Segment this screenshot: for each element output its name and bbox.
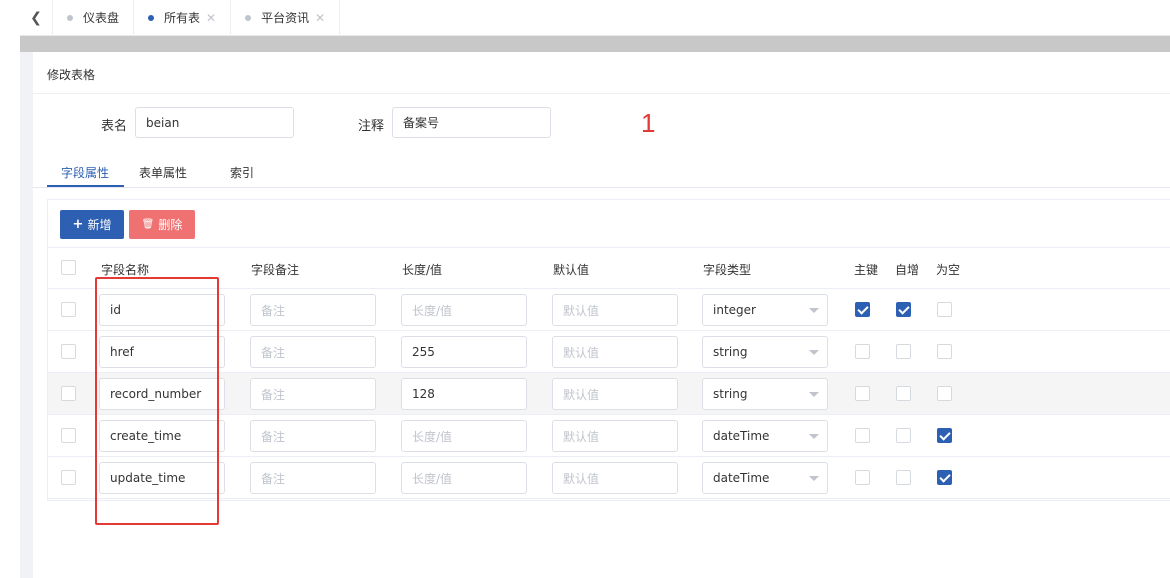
tab-form-props[interactable]: 表单属性 [139, 164, 187, 181]
close-icon[interactable]: ✕ [206, 11, 216, 25]
field-length-input[interactable]: 128 [401, 378, 527, 410]
tab-platform-news[interactable]: 平台资讯 ✕ [230, 0, 341, 36]
comment-input[interactable]: 备案号 [392, 107, 551, 138]
field-type-select[interactable]: dateTime [702, 462, 828, 494]
tab-all-tables[interactable]: 所有表 ✕ [133, 0, 230, 36]
tab-dot-icon [148, 14, 155, 21]
chevron-down-icon [809, 350, 819, 355]
add-button-label: 新增 [87, 218, 112, 232]
field-length-input[interactable]: 长度/值 [401, 294, 527, 326]
add-button[interactable]: + 新增 [60, 210, 124, 239]
th-auto: 自增 [895, 263, 920, 277]
th-type: 字段类型 [703, 263, 752, 277]
delete-button[interactable]: 🗑 删除 [129, 210, 195, 239]
field-type-value: dateTime [713, 471, 770, 485]
divider [33, 93, 1170, 94]
delete-button-label: 删除 [158, 218, 183, 232]
pk-checkbox[interactable] [855, 302, 870, 317]
row-checkbox[interactable] [61, 302, 76, 317]
field-type-select[interactable]: string [702, 378, 828, 410]
field-remark-input[interactable]: 备注 [250, 336, 376, 368]
pk-checkbox[interactable] [855, 344, 870, 359]
chevron-down-icon [809, 476, 819, 481]
field-default-input[interactable]: 默认值 [552, 378, 678, 410]
header-band [20, 36, 1170, 52]
select-all-checkbox[interactable] [61, 260, 76, 275]
nullable-checkbox[interactable] [937, 428, 952, 443]
field-remark-input[interactable]: 备注 [250, 420, 376, 452]
field-length-input[interactable]: 255 [401, 336, 527, 368]
pk-checkbox[interactable] [855, 428, 870, 443]
th-pk: 主键 [854, 263, 879, 277]
field-remark-input[interactable]: 备注 [250, 462, 376, 494]
field-remark-input[interactable]: 备注 [250, 378, 376, 410]
tab-field-props[interactable]: 字段属性 [61, 164, 109, 181]
pk-checkbox[interactable] [855, 386, 870, 401]
nullable-checkbox[interactable] [937, 470, 952, 485]
field-type-value: integer [713, 303, 756, 317]
row-checkbox[interactable] [61, 428, 76, 443]
field-remark-input[interactable]: 备注 [250, 294, 376, 326]
field-type-value: dateTime [713, 429, 770, 443]
th-length: 长度/值 [402, 263, 443, 277]
tab-label: 平台资讯 [261, 11, 310, 25]
annotation-box [95, 277, 219, 525]
field-type-select[interactable]: string [702, 336, 828, 368]
table-name-label: 表名 [101, 119, 128, 134]
chevron-down-icon [809, 308, 819, 313]
field-type-value: string [713, 387, 748, 401]
row-checkbox[interactable] [61, 470, 76, 485]
field-length-input[interactable]: 长度/值 [401, 420, 527, 452]
tab-index[interactable]: 索引 [230, 164, 254, 181]
nullable-checkbox[interactable] [937, 386, 952, 401]
field-default-input[interactable]: 默认值 [552, 336, 678, 368]
auto-increment-checkbox[interactable] [896, 428, 911, 443]
left-strip [0, 0, 20, 578]
tabs-divider [33, 187, 1170, 188]
nullable-checkbox[interactable] [937, 302, 952, 317]
field-length-input[interactable]: 长度/值 [401, 462, 527, 494]
plus-icon: + [72, 217, 84, 232]
field-default-input[interactable]: 默认值 [552, 294, 678, 326]
th-remark: 字段备注 [251, 263, 300, 277]
annotation-number: 1 [641, 108, 656, 138]
field-default-input[interactable]: 默认值 [552, 462, 678, 494]
th-nullable: 为空 [936, 263, 961, 277]
auto-increment-checkbox[interactable] [896, 302, 911, 317]
chevron-down-icon [809, 434, 819, 439]
tab-dot-icon [245, 14, 252, 21]
row-checkbox[interactable] [61, 386, 76, 401]
field-default-input[interactable]: 默认值 [552, 420, 678, 452]
auto-increment-checkbox[interactable] [896, 344, 911, 359]
auto-increment-checkbox[interactable] [896, 386, 911, 401]
card-title: 修改表格 [47, 68, 96, 82]
nullable-checkbox[interactable] [937, 344, 952, 359]
close-icon[interactable]: ✕ [315, 11, 325, 25]
table-name-input[interactable]: beian [135, 107, 294, 138]
tab-label: 所有表 [164, 11, 201, 25]
auto-increment-checkbox[interactable] [896, 470, 911, 485]
pk-checkbox[interactable] [855, 470, 870, 485]
th-default: 默认值 [553, 263, 590, 277]
trash-icon: 🗑 [141, 219, 155, 230]
chevron-down-icon [809, 392, 819, 397]
tab-dot-icon [67, 14, 73, 21]
th-name: 字段名称 [101, 263, 150, 277]
tab-dashboard[interactable]: 仪表盘 [52, 0, 133, 36]
field-type-select[interactable]: dateTime [702, 420, 828, 452]
row-checkbox[interactable] [61, 344, 76, 359]
field-type-value: string [713, 345, 748, 359]
field-type-select[interactable]: integer [702, 294, 828, 326]
edit-table-card: 修改表格 表名 beian 注释 备案号 1 字段属性 表单属性 索引 + 新增… [33, 52, 1170, 578]
comment-label: 注释 [358, 119, 385, 134]
tab-label: 仪表盘 [83, 11, 120, 25]
tab-bar: ❮ 仪表盘 所有表 ✕ 平台资讯 ✕ [20, 0, 1170, 36]
chevron-left-icon[interactable]: ❮ [20, 0, 52, 36]
